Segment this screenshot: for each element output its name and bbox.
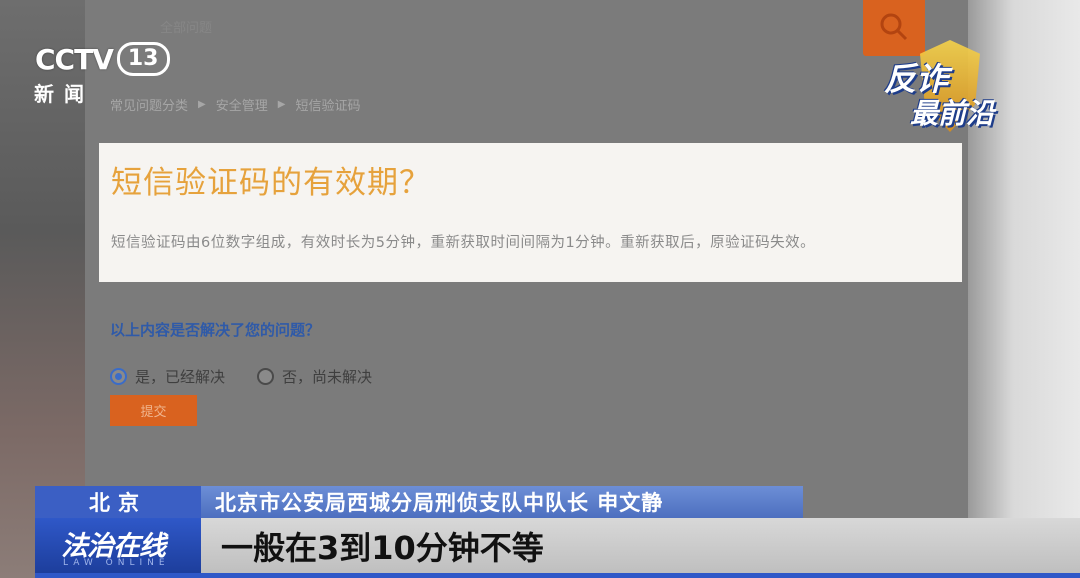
radio-no-label[interactable]: 否，尚未解决: [282, 366, 372, 387]
speaker-caption: 北京市公安局西城分局刑侦支队中队长 申文静: [201, 486, 803, 518]
radio-yes-label[interactable]: 是，已经解决: [135, 366, 225, 387]
submit-button[interactable]: 提交: [110, 395, 197, 426]
location-tag: 北京: [35, 486, 201, 518]
radio-yes[interactable]: [110, 368, 127, 385]
chevron-right-icon: ▶: [277, 99, 286, 110]
chevron-right-icon: ▶: [198, 99, 206, 110]
subtitle-caption: 一般在3到10分钟不等: [201, 518, 1080, 573]
feedback-question: 以上内容是否解决了您的问题？: [110, 321, 321, 339]
channel-subtitle: 新闻: [34, 82, 94, 106]
breadcrumb: 常见问题分类 ▶ 安全管理 ▶ 短信验证码: [110, 95, 360, 114]
program-logo: 反诈 最前沿: [884, 40, 1020, 140]
channel-number: 13: [116, 42, 170, 76]
search-icon: [880, 13, 908, 41]
radio-no[interactable]: [257, 368, 275, 385]
feedback-options: 是，已经解决 否，尚未解决: [110, 366, 404, 387]
breadcrumb-item[interactable]: 常见问题分类: [110, 95, 188, 114]
breadcrumb-item[interactable]: 安全管理: [216, 95, 268, 114]
program-name-en: LAW ONLINE: [63, 558, 170, 568]
faq-card: 短信验证码的有效期？ 短信验证码由6位数字组成，有效时长为5分钟，重新获取时间间…: [99, 143, 962, 282]
lower-third-bottom-bar: [35, 573, 1080, 578]
program-logo-line2: 最前沿: [910, 97, 995, 130]
cctv-logo: CCTV 13: [35, 42, 170, 76]
cctv-wordmark: CCTV: [35, 42, 114, 76]
faq-title: 短信验证码的有效期？: [111, 165, 431, 201]
breadcrumb-item: 短信验证码: [295, 99, 361, 114]
top-faded-text: 全部问题: [160, 21, 213, 36]
faq-body: 短信验证码由6位数字组成，有效时长为5分钟，重新获取时间间隔为1分钟。重新获取后…: [111, 235, 816, 251]
program-name-box: 法治在线 LAW ONLINE: [35, 518, 201, 573]
